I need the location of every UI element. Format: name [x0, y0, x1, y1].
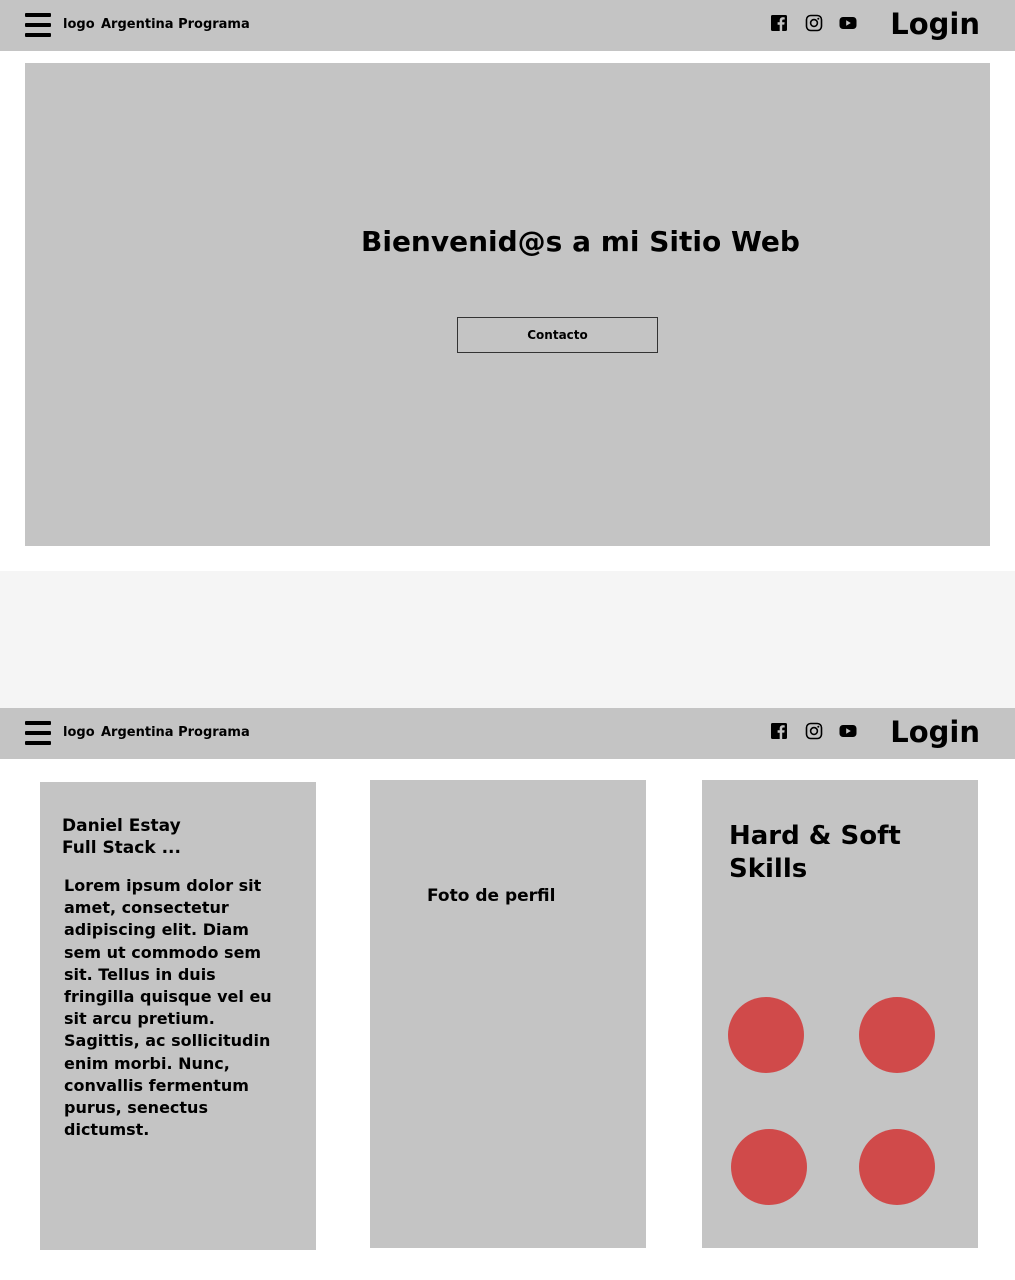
about-card: Daniel Estay Full Stack ... Lorem ipsum … — [40, 782, 316, 1250]
skills-title: Hard & Soft Skills — [729, 821, 901, 884]
skill-circle — [859, 997, 935, 1073]
skill-circle — [728, 997, 804, 1073]
skill-circle — [731, 1129, 807, 1205]
profile-photo-card: Foto de perfil — [370, 780, 646, 1248]
hero-banner: Bienvenid@s a mi Sitio Web Contacto — [25, 63, 990, 546]
facebook-icon[interactable] — [770, 722, 788, 740]
youtube-icon[interactable] — [839, 14, 857, 32]
instagram-icon[interactable] — [805, 722, 823, 740]
contact-button[interactable]: Contacto — [457, 317, 658, 353]
instagram-icon[interactable] — [805, 14, 823, 32]
brand-name[interactable]: Argentina Programa — [101, 725, 250, 740]
top-navbar: logo Argentina Programa Login — [0, 0, 1015, 51]
menu-icon[interactable] — [25, 13, 51, 37]
logo[interactable]: logo — [63, 725, 95, 740]
skill-circle — [859, 1129, 935, 1205]
second-navbar: logo Argentina Programa Login — [0, 708, 1015, 759]
login-link[interactable]: Login — [890, 715, 980, 749]
hero-title: Bienvenid@s a mi Sitio Web — [361, 225, 800, 258]
profile-photo-label: Foto de perfil — [427, 886, 556, 906]
about-description: Lorem ipsum dolor sit amet, consectetur … — [64, 876, 272, 1140]
logo[interactable]: logo — [63, 17, 95, 32]
brand-name[interactable]: Argentina Programa — [101, 17, 250, 32]
menu-icon[interactable] — [25, 721, 51, 745]
skills-card: Hard & Soft Skills — [702, 780, 978, 1248]
login-link[interactable]: Login — [890, 7, 980, 41]
section-divider — [0, 571, 1015, 708]
profile-name: Daniel Estay — [62, 816, 181, 836]
profile-role: Full Stack ... — [62, 838, 181, 858]
facebook-icon[interactable] — [770, 14, 788, 32]
youtube-icon[interactable] — [839, 722, 857, 740]
